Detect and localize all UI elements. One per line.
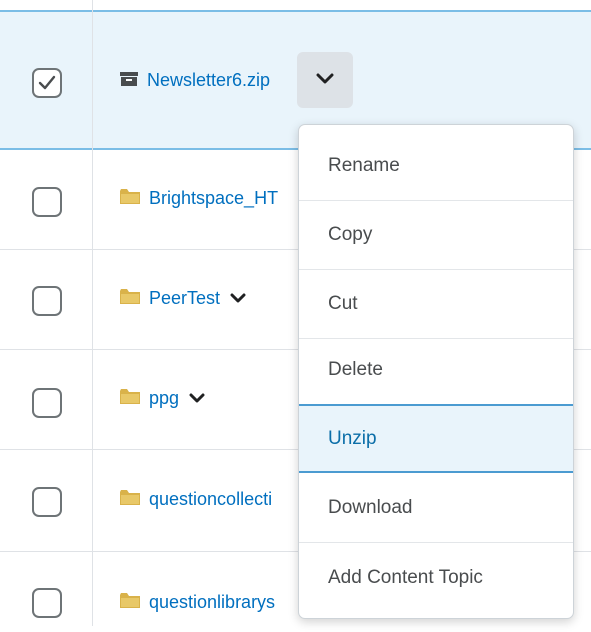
row-checkbox[interactable]	[32, 187, 62, 217]
file-link[interactable]: questioncollecti	[120, 489, 272, 510]
menu-item-delete[interactable]: Delete	[299, 336, 573, 405]
menu-item-cut[interactable]: Cut	[299, 270, 573, 339]
menu-item-download[interactable]: Download	[299, 474, 573, 543]
folder-icon	[120, 288, 140, 309]
row-checkbox[interactable]	[32, 286, 62, 316]
folder-icon	[120, 489, 140, 510]
context-menu: Rename Copy Cut Delete Unzip Download Ad…	[298, 124, 574, 619]
file-link[interactable]: PeerTest	[120, 288, 246, 309]
check-icon	[38, 75, 56, 90]
row-checkbox[interactable]	[32, 487, 62, 517]
file-link[interactable]: Brightspace_HT	[120, 188, 278, 209]
file-name: ppg	[149, 388, 180, 408]
folder-icon	[120, 592, 140, 613]
menu-item-unzip[interactable]: Unzip	[299, 404, 573, 473]
row-checkbox[interactable]	[32, 388, 62, 418]
zip-icon	[120, 70, 138, 91]
column-divider	[92, 0, 93, 626]
file-name: PeerTest	[149, 288, 221, 308]
file-name: Newsletter6.zip	[147, 70, 271, 90]
chevron-down-icon[interactable]	[189, 388, 205, 409]
file-name: Brightspace_HT	[149, 188, 279, 208]
row-actions-chevron-button[interactable]	[297, 52, 353, 108]
menu-item-add-content-topic[interactable]: Add Content Topic	[299, 543, 573, 612]
folder-icon	[120, 188, 140, 209]
folder-icon	[120, 388, 140, 409]
file-link[interactable]: questionlibrarys	[120, 592, 275, 613]
menu-item-copy[interactable]: Copy	[299, 201, 573, 270]
row-checkbox[interactable]	[32, 68, 62, 98]
file-link[interactable]: ppg	[120, 388, 205, 409]
chevron-down-icon	[316, 73, 334, 84]
file-link[interactable]: Newsletter6.zip	[120, 70, 270, 91]
file-name: questionlibrarys	[149, 592, 276, 612]
row-checkbox[interactable]	[32, 588, 62, 618]
menu-item-rename[interactable]: Rename	[299, 132, 573, 201]
chevron-down-icon[interactable]	[230, 288, 246, 309]
file-name: questioncollecti	[149, 489, 273, 509]
